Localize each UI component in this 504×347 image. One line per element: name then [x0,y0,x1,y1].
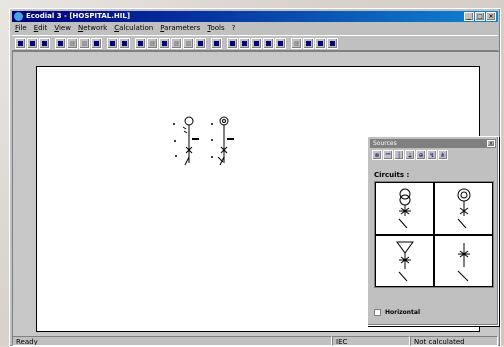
menu-network[interactable]: Network [78,23,107,34]
breaker-circuit-icon [457,242,470,282]
label-b-icon[interactable] [315,37,326,49]
pan-icon[interactable] [195,37,206,49]
zoom-window-icon[interactable] [147,37,158,49]
delta-circuit-icon [395,241,414,282]
load-tab-icon[interactable]: ⊕ [416,150,426,160]
report-icon[interactable] [251,37,262,49]
app-icon[interactable] [14,12,23,21]
open-icon[interactable] [27,37,38,49]
line-tab-icon[interactable]: │ [394,150,404,160]
transformer-circuit-icon [398,188,411,229]
sources-tab-icon[interactable]: ⊗ [372,150,382,160]
generator-circuit-cell[interactable] [434,182,493,235]
paste-icon[interactable] [91,37,102,49]
horizontal-label: Horizontal [385,309,421,316]
palette-close-button[interactable]: x [487,140,495,147]
toolbar [12,35,498,51]
sources-palette: Sources x ⊗ ⎓ │ ⏚ ⊕ ↯ ⋔ Circuits : Horiz… [367,136,499,326]
select-icon[interactable] [135,37,146,49]
grid-icon[interactable] [263,37,274,49]
zoom-fit-icon[interactable] [183,37,194,49]
horizontal-option[interactable]: Horizontal [374,309,420,316]
label-a-icon[interactable] [303,37,314,49]
palette-tabs: ⊗ ⎓ │ ⏚ ⊕ ↯ ⋔ [372,150,448,160]
label-c-icon[interactable] [327,37,338,49]
switch-tab-icon[interactable]: ↯ [427,150,437,160]
check-icon[interactable] [227,37,238,49]
circuits-label: Circuits : [374,171,410,179]
maximize-button[interactable]: □ [475,12,485,21]
info-icon[interactable] [211,37,222,49]
menu-tools[interactable]: Tools [207,23,224,34]
cut-icon[interactable] [67,37,78,49]
transformer-symbol-1 [184,116,194,126]
misc-tab-icon[interactable]: ⋔ [438,150,448,160]
circuit-grid [374,181,494,288]
print-icon[interactable] [107,37,118,49]
menu-help[interactable]: ? [232,23,236,34]
title-bar[interactable]: Ecodial 3 - [HOSPITAL.HIL] _ □ × [12,11,498,22]
transformer-circuit-cell[interactable] [375,182,434,235]
minimize-button[interactable]: _ [464,12,474,21]
draw-line-icon[interactable] [55,37,66,49]
transformer-symbol-2 [219,116,229,126]
horizontal-checkbox[interactable] [374,309,381,316]
generator-circuit-icon [457,188,470,229]
zoom-out-icon[interactable] [171,37,182,49]
close-button[interactable]: × [486,12,496,21]
earth-tab-icon[interactable]: ⏚ [405,150,415,160]
menu-parameters[interactable]: Parameters [160,23,200,34]
menu-edit[interactable]: Edit [34,23,48,34]
palette-title-bar[interactable]: Sources x [370,139,496,148]
breaker-circuit-cell[interactable] [434,234,493,287]
export-icon[interactable] [275,37,286,49]
busbar-tab-icon[interactable]: ⎓ [383,150,393,160]
menu-bar: File Edit View Network Calculation Param… [12,23,498,34]
calc-icon[interactable] [239,37,250,49]
zoom-in-icon[interactable] [159,37,170,49]
delta-circuit-cell[interactable] [375,234,434,287]
copy-icon[interactable] [79,37,90,49]
menu-view[interactable]: View [54,23,71,34]
print-preview-icon[interactable] [119,37,130,49]
menu-file[interactable]: File [15,23,27,34]
save-icon[interactable] [39,37,50,49]
menu-calculation[interactable]: Calculation [114,23,153,34]
window-title: Ecodial 3 - [HOSPITAL.HIL] [26,12,131,20]
page-icon[interactable] [291,37,302,49]
palette-title: Sources [373,140,397,147]
new-icon[interactable] [15,37,26,49]
